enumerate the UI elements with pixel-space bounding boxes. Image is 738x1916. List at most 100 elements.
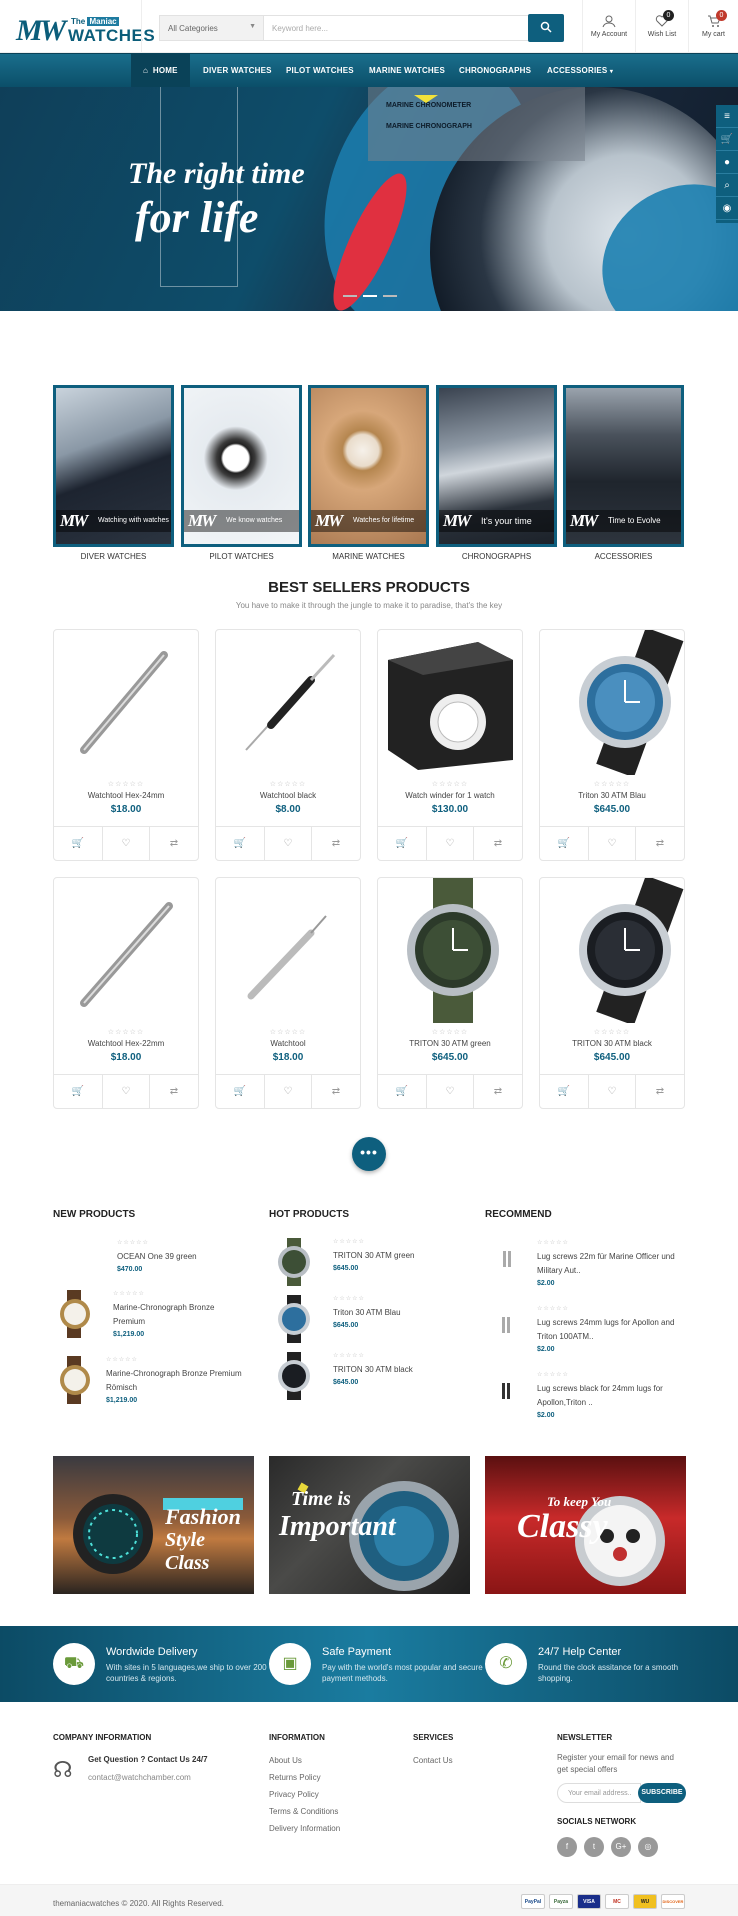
list-item-name[interactable]: TRITON 30 ATM green xyxy=(333,1249,453,1263)
footer-link-returns[interactable]: Returns Policy xyxy=(269,1773,321,1782)
cart-link[interactable]: My cart xyxy=(689,0,738,53)
site-logo[interactable]: MW The Maniac WATCHES xyxy=(16,12,155,47)
list-item[interactable]: ☆☆☆☆☆ Marine-Chronograph Bronze Premium R… xyxy=(53,1356,243,1406)
add-to-cart-icon[interactable]: 🛒 xyxy=(540,827,588,860)
promo-banner-important[interactable]: Time is Important xyxy=(269,1456,470,1594)
list-item-name[interactable]: Lug screws 22m für Marine Officer und Mi… xyxy=(537,1250,685,1278)
wishlist-icon[interactable]: ♡ xyxy=(588,1075,636,1108)
compare-icon[interactable]: ⇄ xyxy=(312,1075,360,1108)
product-image[interactable] xyxy=(54,878,198,1023)
account-link[interactable]: My Account xyxy=(583,0,635,53)
hero-slider[interactable]: The right time for life MARINE CHRONOMET… xyxy=(0,87,738,311)
product-name[interactable]: Watchtool Hex-22mm xyxy=(54,1039,198,1048)
product-name[interactable]: Watchtool Hex-24mm xyxy=(54,791,198,800)
product-card[interactable]: ☆☆☆☆☆ Watchtool $18.00 🛒 ♡ ⇄ xyxy=(215,877,361,1109)
slider-dot[interactable] xyxy=(343,295,357,297)
product-name[interactable]: Watch winder for 1 watch xyxy=(378,791,522,800)
add-to-cart-icon[interactable]: 🛒 xyxy=(54,1075,102,1108)
cart-icon[interactable]: 🛒 xyxy=(716,128,738,151)
footer-link-privacy[interactable]: Privacy Policy xyxy=(269,1790,319,1799)
add-to-cart-icon[interactable]: 🛒 xyxy=(378,827,426,860)
compare-icon[interactable]: ⇄ xyxy=(150,1075,198,1108)
compare-icon[interactable]: ⇄ xyxy=(474,827,522,860)
wishlist-icon[interactable]: ♡ xyxy=(426,827,474,860)
category-label[interactable]: ACCESSORIES xyxy=(563,552,684,561)
list-item[interactable]: ☆☆☆☆☆ Lug screws black for 24mm lugs for … xyxy=(485,1371,685,1421)
compare-icon[interactable]: ⇄ xyxy=(474,1075,522,1108)
search-icon[interactable]: ⌕ xyxy=(716,174,738,197)
product-name[interactable]: Watchtool black xyxy=(216,791,360,800)
list-item-name[interactable]: Marine-Chronograph Bronze Premium xyxy=(113,1301,243,1329)
nav-home[interactable]: ⌂ HOME xyxy=(131,54,190,88)
list-item-name[interactable]: Lug screws 24mm lugs for Apollon and Tri… xyxy=(537,1316,685,1344)
wishlist-icon[interactable]: ♡ xyxy=(102,1075,150,1108)
wishlist-icon[interactable]: ♡ xyxy=(264,1075,312,1108)
list-item[interactable]: ☆☆☆☆☆ Lug screws 22m für Marine Officer u… xyxy=(485,1239,685,1289)
wishlist-icon[interactable]: ♡ xyxy=(102,827,150,860)
product-name[interactable]: TRITON 30 ATM black xyxy=(540,1039,684,1048)
list-item[interactable]: ☆☆☆☆☆ OCEAN One 39 green $470.00 xyxy=(53,1239,243,1289)
list-item[interactable]: ☆☆☆☆☆ TRITON 30 ATM green $645.00 xyxy=(269,1238,459,1288)
product-name[interactable]: Watchtool xyxy=(216,1039,360,1048)
list-item-name[interactable]: TRITON 30 ATM black xyxy=(333,1363,453,1377)
product-card[interactable]: ☆☆☆☆☆ Triton 30 ATM Blau $645.00 🛒 ♡ ⇄ xyxy=(539,629,685,861)
compare-icon[interactable]: ⇄ xyxy=(312,827,360,860)
nav-marine-watches[interactable]: MARINE WATCHES xyxy=(369,54,445,88)
add-to-cart-icon[interactable]: 🛒 xyxy=(54,827,102,860)
eye-icon[interactable]: ◉ xyxy=(716,197,738,220)
list-item[interactable]: ☆☆☆☆☆ Lug screws 24mm lugs for Apollon an… xyxy=(485,1305,685,1355)
add-to-cart-icon[interactable]: 🛒 xyxy=(216,827,264,860)
google-plus-icon[interactable]: G+ xyxy=(611,1837,631,1857)
search-button[interactable] xyxy=(528,14,564,42)
add-to-cart-icon[interactable]: 🛒 xyxy=(540,1075,588,1108)
product-card[interactable]: ☆☆☆☆☆ TRITON 30 ATM green $645.00 🛒 ♡ ⇄ xyxy=(377,877,523,1109)
subscribe-button[interactable]: SUBSCRIBE xyxy=(638,1783,686,1803)
twitter-icon[interactable]: t xyxy=(584,1837,604,1857)
dribbble-icon[interactable]: ◎ xyxy=(638,1837,658,1857)
product-name[interactable]: Triton 30 ATM Blau xyxy=(540,791,684,800)
product-image[interactable] xyxy=(216,878,360,1023)
category-label[interactable]: MARINE WATCHES xyxy=(308,552,429,561)
category-tile-accessories[interactable]: MW Time to Evolve xyxy=(563,385,684,547)
nav-chronographs[interactable]: CHRONOGRAPHS xyxy=(459,54,531,88)
nav-diver-watches[interactable]: DIVER WATCHES xyxy=(203,54,272,88)
list-item[interactable]: ☆☆☆☆☆ Triton 30 ATM Blau $645.00 xyxy=(269,1295,459,1345)
wishlist-icon[interactable]: ♡ xyxy=(264,827,312,860)
product-card[interactable]: ☆☆☆☆☆ Watchtool Hex-22mm $18.00 🛒 ♡ ⇄ xyxy=(53,877,199,1109)
add-to-cart-icon[interactable]: 🛒 xyxy=(216,1075,264,1108)
footer-link-about[interactable]: About Us xyxy=(269,1756,302,1765)
list-item[interactable]: ☆☆☆☆☆ Marine-Chronograph Bronze Premium $1… xyxy=(53,1290,243,1340)
nav-accessories[interactable]: ACCESSORIES ▾ xyxy=(547,54,613,88)
category-tile-diver[interactable]: MW Watching with watches xyxy=(53,385,174,547)
product-image[interactable] xyxy=(54,630,198,775)
category-label[interactable]: CHRONOGRAPHS xyxy=(436,552,557,561)
dropdown-item-marine-chronometer[interactable]: MARINE CHRONOMETER xyxy=(386,102,471,109)
list-item-name[interactable]: Marine-Chronograph Bronze Premium Römisc… xyxy=(106,1367,261,1395)
product-image[interactable] xyxy=(378,878,522,1023)
dropdown-item-marine-chronograph[interactable]: MARINE CHRONOGRAPH xyxy=(386,123,472,130)
promo-banner-fashion[interactable]: Fashion Style Class xyxy=(53,1456,254,1594)
category-tile-marine[interactable]: MW Watches for lifetime xyxy=(308,385,429,547)
contact-email[interactable]: contact@watchchamber.com xyxy=(88,1773,191,1782)
wishlist-icon[interactable]: ♡ xyxy=(588,827,636,860)
menu-icon[interactable]: ≡ xyxy=(716,105,738,128)
list-item[interactable]: ☆☆☆☆☆ TRITON 30 ATM black $645.00 xyxy=(269,1352,459,1402)
product-image[interactable] xyxy=(540,878,684,1026)
load-more-button[interactable]: ••• xyxy=(352,1137,386,1171)
product-name[interactable]: TRITON 30 ATM green xyxy=(378,1039,522,1048)
category-tile-chronographs[interactable]: MW It's your time xyxy=(436,385,557,547)
slider-dot[interactable] xyxy=(383,295,397,297)
product-image[interactable] xyxy=(216,630,360,775)
product-card[interactable]: ☆☆☆☆☆ Watchtool black $8.00 🛒 ♡ ⇄ xyxy=(215,629,361,861)
list-item-name[interactable]: OCEAN One 39 green xyxy=(117,1250,247,1264)
footer-link-contact[interactable]: Contact Us xyxy=(413,1756,453,1765)
product-card[interactable]: ☆☆☆☆☆ Watchtool Hex-24mm $18.00 🛒 ♡ ⇄ xyxy=(53,629,199,861)
newsletter-email-input[interactable]: Your email address.. xyxy=(557,1783,641,1803)
nav-pilot-watches[interactable]: PILOT WATCHES xyxy=(286,54,354,88)
category-label[interactable]: DIVER WATCHES xyxy=(53,552,174,561)
wishlist-icon[interactable]: ♡ xyxy=(426,1075,474,1108)
search-input[interactable]: Keyword here... xyxy=(263,15,529,41)
footer-link-terms[interactable]: Terms & Conditions xyxy=(269,1807,338,1816)
product-card[interactable]: ☆☆☆☆☆ Watch winder for 1 watch $130.00 🛒… xyxy=(377,629,523,861)
list-item-name[interactable]: Lug screws black for 24mm lugs for Apoll… xyxy=(537,1382,685,1410)
